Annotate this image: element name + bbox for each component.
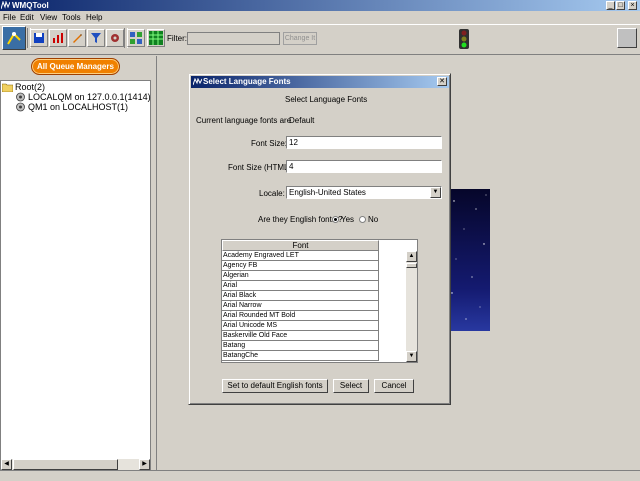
traffic-light-icon [459,29,469,49]
font-table-row[interactable]: Academy Engraved LET [222,251,379,261]
settings-button[interactable] [106,29,124,47]
status-bar [0,470,640,481]
filter-button[interactable] [87,29,105,47]
vertical-scroll-thumb[interactable] [406,263,417,268]
funnel-icon [91,33,101,43]
grid-button[interactable] [127,29,145,47]
tree-item-qm1[interactable]: QM1 on LOCALHOST(1) [15,102,128,112]
dialog-title: Select Language Fonts [203,77,291,86]
dialog-heading: Select Language Fonts [285,95,368,104]
locale-label: Locale: [259,189,285,198]
table-view-button[interactable] [147,29,165,47]
yes-radio[interactable] [332,216,339,223]
menu-tools[interactable]: Tools [62,11,81,24]
app-icon [1,1,10,10]
font-size-html-label: Font Size (HTML): [228,163,294,172]
font-table-row[interactable]: Algerian [222,271,379,281]
chart-icon [53,33,63,43]
edit-icon [73,34,82,43]
dialog-close-button[interactable]: ✕ [437,77,447,86]
current-fonts-value: Default [289,116,315,125]
save-button[interactable] [30,29,48,47]
queue-manager-icon [16,102,25,112]
menu-edit[interactable]: Edit [20,11,34,24]
select-button[interactable]: Select [333,379,369,393]
yes-radio-label[interactable]: Yes [341,215,354,224]
font-table-row[interactable]: Baskerville Old Face [222,331,379,341]
font-table-row[interactable]: Batang [222,341,379,351]
font-table-row[interactable]: Arial Narrow [222,301,379,311]
all-queue-managers-button[interactable]: All Queue Managers [31,58,120,75]
grid-icon [130,32,142,44]
tree-item-label: QM1 on LOCALHOST(1) [28,102,129,112]
connect-button[interactable] [2,26,26,50]
table-icon [149,31,163,45]
edit-button[interactable] [68,29,86,47]
locale-select[interactable]: English-United States [286,186,442,199]
maximize-button[interactable]: □ [616,1,625,10]
tree-root[interactable]: Root(2) [2,82,45,92]
chart-button[interactable] [49,29,67,47]
horizontal-scroll-thumb[interactable] [13,459,118,470]
tree-item-label: LOCALQM on 127.0.0.1(1414) [28,92,151,102]
window-title: WMQTool [12,1,49,10]
current-fonts-label: Current language fonts are [196,116,292,125]
save-icon [34,33,44,43]
menu-view[interactable]: View [40,11,57,24]
scroll-down-button[interactable]: ▼ [406,351,417,362]
tree-item-localqm[interactable]: LOCALQM on 127.0.0.1(1414) [15,92,151,102]
menu-help[interactable]: Help [86,11,102,24]
app-icon [193,78,202,86]
filter-input[interactable] [187,32,280,45]
menu-file[interactable]: File [3,11,16,24]
no-radio[interactable] [359,216,366,223]
chevron-down-icon[interactable]: ▼ [430,187,441,198]
set-default-fonts-button[interactable]: Set to default English fonts [222,379,328,393]
cancel-button[interactable]: Cancel [374,379,414,393]
starfield-image [446,189,490,331]
font-table-row[interactable]: Arial Black [222,291,379,301]
stop-button[interactable] [617,28,637,48]
english-fonts-question: Are they English fonts ? [258,215,343,224]
scroll-right-button[interactable]: ▶ [139,459,150,470]
font-column-header[interactable]: Font [222,240,379,251]
scroll-left-button[interactable]: ◀ [1,459,12,470]
no-radio-label[interactable]: No [368,215,378,224]
filter-label: Filter: [167,34,187,43]
tree-root-label: Root(2) [15,82,46,92]
font-table-row[interactable]: Arial Rounded MT Bold [222,311,379,321]
font-table-row[interactable]: BatangChe [222,351,379,361]
close-button[interactable]: × [628,1,637,10]
folder-icon [2,83,13,92]
font-table-row[interactable]: Arial [222,281,379,291]
queue-manager-icon [16,92,25,102]
gear-icon [111,34,119,42]
minimize-button[interactable]: _ [606,1,615,10]
font-size-input[interactable]: 12 [286,136,442,149]
font-size-label: Font Size: [251,139,288,148]
change-it-button[interactable]: Change It [283,32,317,45]
font-size-html-input[interactable]: 4 [286,160,442,173]
connect-icon [7,32,21,45]
scroll-up-button[interactable]: ▲ [406,251,417,262]
title-bar [0,0,640,11]
queue-manager-tree[interactable] [0,80,151,471]
font-table-row[interactable]: Agency FB [222,261,379,271]
font-table-row[interactable]: Arial Unicode MS [222,321,379,331]
